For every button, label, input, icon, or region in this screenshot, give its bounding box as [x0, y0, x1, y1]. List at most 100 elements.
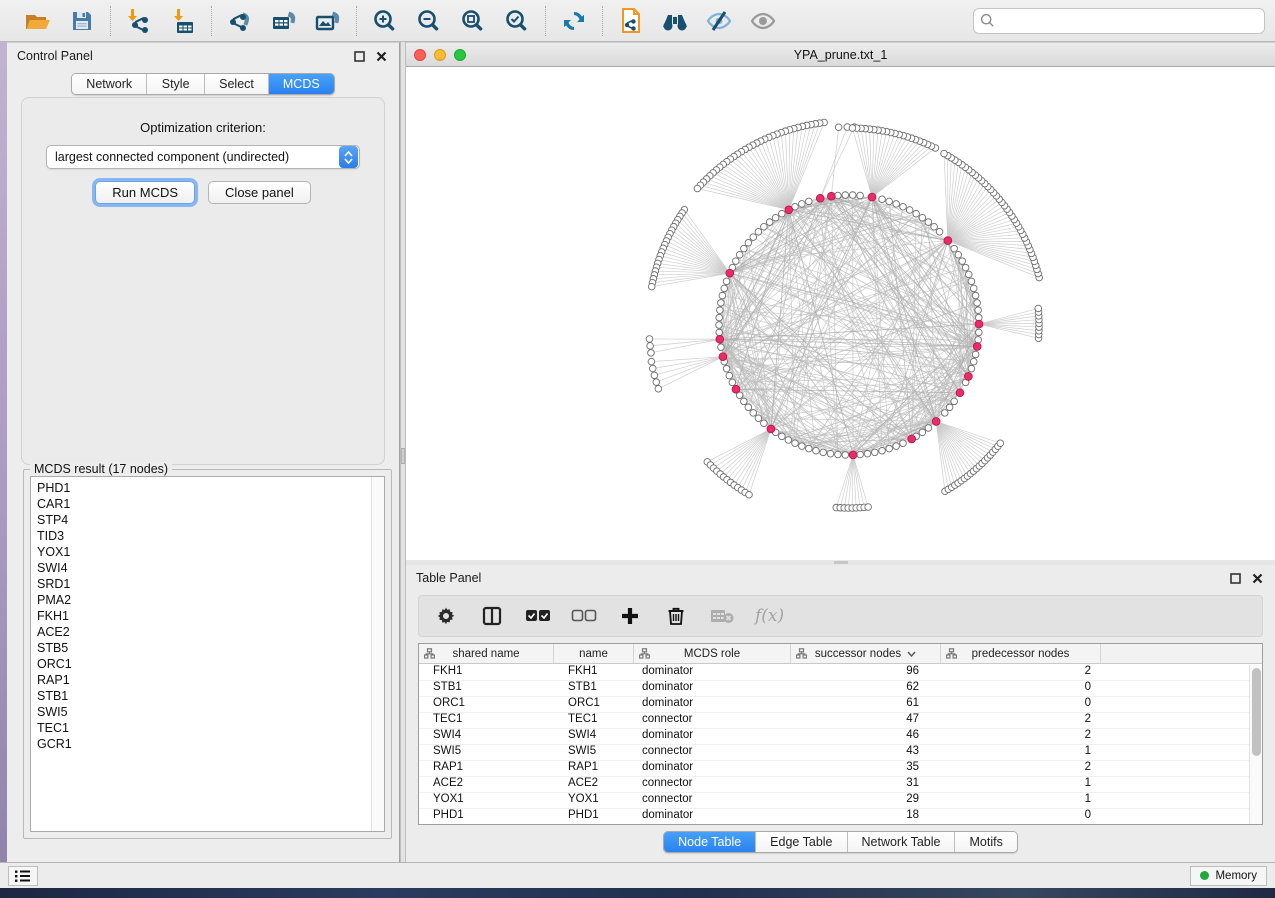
- mcds-result-item[interactable]: TEC1: [37, 720, 371, 736]
- open-file-icon[interactable]: [20, 5, 56, 37]
- mcds-list-scrollbar[interactable]: [371, 477, 384, 831]
- ring-node[interactable]: [893, 443, 900, 450]
- mcds-result-item[interactable]: YOX1: [37, 544, 371, 560]
- ring-node[interactable]: [785, 437, 792, 444]
- mcds-result-item[interactable]: FKH1: [37, 608, 371, 624]
- column-header-successor-nodes[interactable]: successor nodes: [791, 644, 941, 663]
- ring-node[interactable]: [755, 228, 762, 235]
- tab-style[interactable]: Style: [147, 74, 205, 94]
- tab-mcds[interactable]: MCDS: [269, 74, 334, 94]
- leaf-node[interactable]: [655, 385, 662, 392]
- save-session-icon[interactable]: [64, 5, 100, 37]
- ring-node[interactable]: [813, 447, 820, 454]
- ring-node[interactable]: [906, 207, 913, 214]
- ring-node[interactable]: [879, 447, 886, 454]
- ring-node[interactable]: [723, 278, 730, 285]
- ring-node[interactable]: [761, 223, 768, 230]
- ring-node[interactable]: [972, 351, 979, 358]
- leaf-node[interactable]: [1035, 305, 1042, 312]
- zoom-out-icon[interactable]: [411, 5, 447, 37]
- delete-icon[interactable]: [663, 603, 689, 629]
- ring-node[interactable]: [951, 245, 958, 252]
- scrollbar-thumb[interactable]: [1252, 668, 1261, 756]
- ring-node[interactable]: [879, 196, 886, 203]
- leaf-node[interactable]: [646, 336, 653, 343]
- mcds-result-item[interactable]: SWI4: [37, 560, 371, 576]
- ring-node[interactable]: [716, 322, 723, 329]
- ring-node[interactable]: [806, 198, 813, 205]
- tab-network[interactable]: Network: [72, 74, 147, 94]
- ring-node[interactable]: [925, 425, 932, 432]
- mcds-result-item[interactable]: PHD1: [37, 480, 371, 496]
- splitter-grip[interactable]: [401, 448, 405, 464]
- ring-node[interactable]: [931, 223, 938, 230]
- deselect-all-icon[interactable]: [571, 603, 597, 629]
- ring-node[interactable]: [965, 271, 972, 278]
- ring-node[interactable]: [925, 219, 932, 226]
- delete-table-icon[interactable]: [709, 603, 735, 629]
- mcds-result-item[interactable]: TID3: [37, 528, 371, 544]
- ring-node[interactable]: [968, 365, 975, 372]
- ring-node[interactable]: [835, 451, 842, 458]
- ring-node[interactable]: [913, 210, 920, 217]
- ring-node[interactable]: [718, 300, 725, 307]
- ring-node[interactable]: [750, 234, 757, 241]
- ring-node[interactable]: [719, 292, 726, 299]
- ring-node[interactable]: [900, 203, 907, 210]
- ring-node[interactable]: [729, 379, 736, 386]
- mcds-result-item[interactable]: STP4: [37, 512, 371, 528]
- ring-node[interactable]: [968, 278, 975, 285]
- table-scrollbar[interactable]: [1249, 665, 1262, 824]
- export-image-icon[interactable]: [310, 5, 346, 37]
- ring-node[interactable]: [975, 329, 982, 336]
- tab-edge-table[interactable]: Edge Table: [756, 832, 847, 852]
- mcds-hub-node[interactable]: [827, 192, 835, 200]
- ring-node[interactable]: [955, 251, 962, 258]
- hide-eye-icon[interactable]: [701, 5, 737, 37]
- ring-node[interactable]: [872, 449, 879, 456]
- mcds-result-item[interactable]: GCR1: [37, 736, 371, 752]
- leaf-node[interactable]: [648, 283, 655, 290]
- leaf-node[interactable]: [849, 125, 856, 132]
- mcds-result-item[interactable]: RAP1: [37, 672, 371, 688]
- ring-node[interactable]: [972, 292, 979, 299]
- leaf-node[interactable]: [865, 504, 872, 511]
- binoculars-icon[interactable]: [657, 5, 693, 37]
- table-row[interactable]: PHD1PHD1dominator180: [419, 809, 1249, 825]
- splitter-grip[interactable]: [834, 561, 848, 564]
- ring-node[interactable]: [900, 440, 907, 447]
- mcds-result-item[interactable]: STB5: [37, 640, 371, 656]
- table-row[interactable]: RAP1RAP1dominator352: [419, 761, 1249, 777]
- ring-node[interactable]: [718, 344, 725, 351]
- table-row[interactable]: TEC1TEC1connector472: [419, 713, 1249, 729]
- select-all-icon[interactable]: [525, 603, 551, 629]
- search-input[interactable]: [995, 14, 1258, 28]
- ring-node[interactable]: [975, 337, 982, 344]
- column-header-shared-name[interactable]: shared name: [419, 644, 554, 663]
- mcds-result-item[interactable]: SRD1: [37, 576, 371, 592]
- mcds-hub-node[interactable]: [716, 335, 724, 343]
- ring-node[interactable]: [842, 192, 849, 199]
- ring-node[interactable]: [717, 307, 724, 314]
- share-document-icon[interactable]: [613, 5, 649, 37]
- ring-node[interactable]: [779, 433, 786, 440]
- ring-node[interactable]: [936, 228, 943, 235]
- tab-node-table[interactable]: Node Table: [664, 832, 756, 852]
- function-builder-icon[interactable]: f(x): [755, 606, 784, 626]
- ring-node[interactable]: [741, 398, 748, 405]
- task-history-button[interactable]: [8, 866, 38, 886]
- ring-node[interactable]: [974, 300, 981, 307]
- ring-node[interactable]: [919, 214, 926, 221]
- ring-node[interactable]: [750, 410, 757, 417]
- ring-node[interactable]: [951, 398, 958, 405]
- ring-node[interactable]: [893, 201, 900, 208]
- mcds-hub-node[interactable]: [964, 373, 972, 381]
- ring-node[interactable]: [772, 214, 779, 221]
- ring-node[interactable]: [726, 372, 733, 379]
- leaf-node[interactable]: [648, 350, 655, 357]
- leaf-node[interactable]: [651, 372, 658, 379]
- mcds-result-item[interactable]: PMA2: [37, 592, 371, 608]
- ring-node[interactable]: [736, 251, 743, 258]
- gear-icon[interactable]: [433, 603, 459, 629]
- float-panel-icon[interactable]: [1227, 570, 1243, 586]
